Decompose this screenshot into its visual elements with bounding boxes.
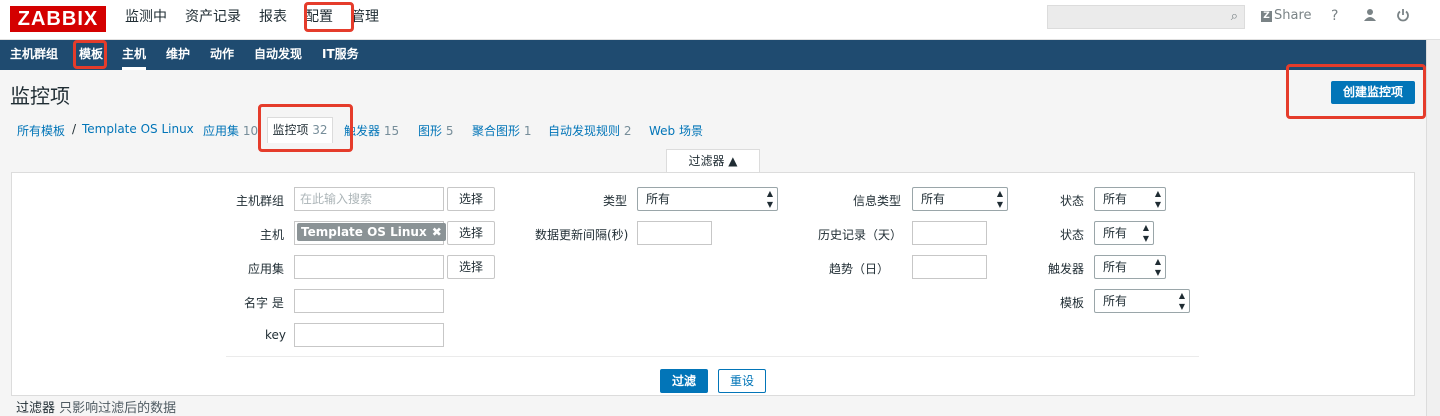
key-label: key (265, 328, 287, 342)
breadcrumb-all-templates[interactable]: 所有模板 (17, 122, 65, 139)
type-label: 类型 (603, 194, 628, 208)
search-icon[interactable]: ⌕ (1231, 9, 1238, 24)
trends-input[interactable] (912, 255, 987, 279)
filter-divider (226, 356, 1199, 357)
status-label: 状态 (1060, 194, 1085, 208)
host-group-select-button[interactable]: 选择 (447, 187, 495, 211)
share-link[interactable]: Z Share (1261, 8, 1312, 28)
zabbix-logo[interactable]: ZABBIX (10, 6, 106, 32)
main-nav: 监测中 资产记录 报表 配置 管理 (116, 0, 388, 34)
trends-label: 趋势（日） (829, 262, 890, 276)
host-group-input[interactable]: 在此输入搜索 (294, 187, 444, 211)
host-label: 主机 (260, 228, 285, 242)
template-select[interactable]: 所有 ▲ ▼ (1094, 289, 1190, 313)
main-nav-administration[interactable]: 管理 (342, 0, 388, 34)
filter-toggle-tab[interactable]: 过滤器 ▲ (666, 149, 760, 173)
state-label: 状态 (1060, 228, 1085, 242)
application-input[interactable] (294, 255, 444, 279)
select-arrows-icon: ▲ ▼ (996, 189, 1003, 209)
select-arrows-icon: ▲ ▼ (766, 189, 773, 209)
triggers-label: 触发器 (1048, 262, 1085, 276)
sub-nav-maintenance[interactable]: 维护 (166, 40, 190, 70)
interval-input[interactable] (637, 221, 712, 245)
triggers-select[interactable]: 所有 ▲ ▼ (1094, 255, 1166, 279)
sub-nav-templates[interactable]: 模板 (79, 40, 103, 70)
power-icon[interactable] (1396, 8, 1410, 28)
state-select[interactable]: 所有 ▲ ▼ (1094, 221, 1154, 245)
user-icon[interactable] (1363, 8, 1377, 28)
sub-nav-actions[interactable]: 动作 (210, 40, 234, 70)
history-label: 历史记录（天） (818, 228, 903, 242)
filter-note: 过滤器 只影响过滤后的数据 (16, 401, 177, 416)
search-input[interactable]: ⌕ (1047, 5, 1245, 29)
host-select-button[interactable]: 选择 (447, 221, 495, 245)
select-arrows-icon: ▲ ▼ (1142, 223, 1149, 243)
sub-nav-it-services[interactable]: IT服务 (322, 40, 359, 70)
top-bar: ZABBIX 监测中 资产记录 报表 配置 管理 ⌕ Z Share ? (0, 0, 1440, 40)
tab-triggers[interactable]: 触发器 15 (344, 122, 399, 139)
reset-filter-button[interactable]: 重设 (718, 369, 766, 393)
page-scrollbar[interactable] (1426, 40, 1440, 416)
main-nav-inventory[interactable]: 资产记录 (176, 0, 250, 34)
breadcrumb-separator: / (72, 122, 77, 136)
sub-nav-discovery[interactable]: 自动发现 (254, 40, 302, 70)
select-arrows-icon: ▲ ▼ (1178, 291, 1185, 311)
template-label: 模板 (1060, 296, 1085, 310)
sub-nav-host-groups[interactable]: 主机群组 (10, 40, 58, 70)
application-select-button[interactable]: 选择 (447, 255, 495, 279)
key-input[interactable] (294, 323, 444, 347)
application-label: 应用集 (248, 262, 285, 276)
select-arrows-icon: ▲ ▼ (1154, 189, 1161, 209)
tab-screens[interactable]: 聚合图形 1 (472, 122, 531, 139)
tab-items[interactable]: 监控项 32 (267, 117, 333, 143)
create-item-button[interactable]: 创建监控项 (1331, 81, 1415, 104)
host-tag: Template OS Linux ✖ (297, 223, 446, 241)
name-input[interactable] (294, 289, 444, 313)
name-label: 名字 是 (244, 296, 284, 310)
tab-web-scenarios[interactable]: Web 场景 (649, 122, 703, 139)
interval-label: 数据更新间隔(秒) (535, 228, 629, 242)
main-nav-reports[interactable]: 报表 (250, 0, 296, 34)
help-button[interactable]: ? (1331, 8, 1338, 28)
tab-graphs[interactable]: 图形 5 (418, 122, 453, 139)
info-type-label: 信息类型 (853, 194, 902, 208)
apply-filter-button[interactable]: 过滤 (660, 369, 708, 393)
sub-nav-hosts[interactable]: 主机 (122, 40, 147, 70)
tab-applications[interactable]: 应用集 10 (203, 122, 258, 139)
select-arrows-icon: ▲ ▼ (1154, 257, 1161, 277)
sub-nav: 主机群组 模板 主机 维护 动作 自动发现 IT服务 (0, 40, 1426, 70)
main-nav-monitoring[interactable]: 监测中 (116, 0, 176, 34)
type-select[interactable]: 所有 ▲ ▼ (637, 187, 778, 211)
remove-tag-icon[interactable]: ✖ (432, 225, 442, 239)
info-type-select[interactable]: 所有 ▲ ▼ (912, 187, 1008, 211)
breadcrumb-template[interactable]: Template OS Linux (82, 122, 194, 136)
history-input[interactable] (912, 221, 987, 245)
status-select[interactable]: 所有 ▲ ▼ (1094, 187, 1166, 211)
host-group-label: 主机群组 (236, 194, 285, 208)
share-label: Share (1274, 8, 1312, 23)
main-nav-configuration[interactable]: 配置 (296, 0, 342, 34)
zabbix-share-icon: Z (1261, 11, 1272, 22)
tab-discovery-rules[interactable]: 自动发现规则 2 (548, 122, 631, 139)
page-title: 监控项 (10, 84, 70, 108)
